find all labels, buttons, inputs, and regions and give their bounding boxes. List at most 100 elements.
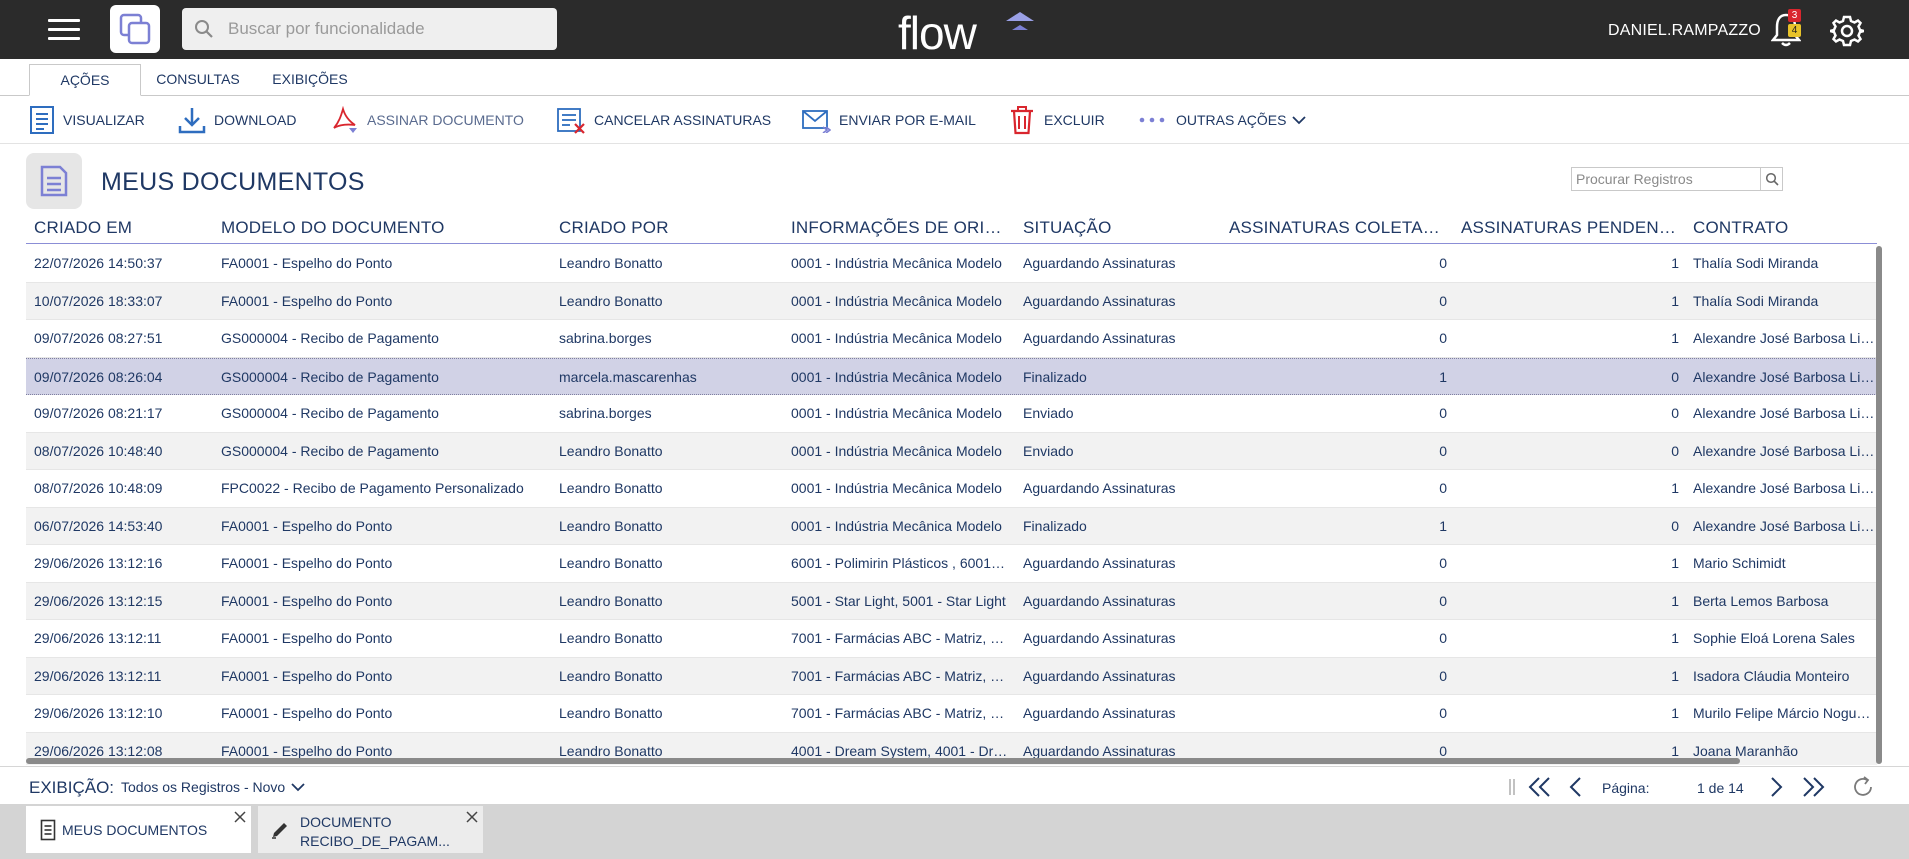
view-selector[interactable]: Todos os Registros - Novo bbox=[121, 779, 305, 795]
actions-toolbar: VISUALIZAR DOWNLOAD ASSINAR DOCUMENTO CA… bbox=[0, 96, 1909, 144]
download-button[interactable]: DOWNLOAD bbox=[178, 104, 296, 136]
feature-search[interactable] bbox=[182, 8, 557, 50]
page-indicator[interactable]: 1 de 14 bbox=[1697, 780, 1744, 796]
gear-icon[interactable] bbox=[1829, 14, 1865, 53]
cell-document-model: GS000004 - Recibo de Pagamento bbox=[221, 368, 439, 385]
column-header[interactable]: ASSINATURAS PENDENTES bbox=[1461, 218, 1681, 238]
column-header[interactable]: INFORMAÇÕES DE ORIGEM bbox=[791, 218, 1011, 238]
page-title: MEUS DOCUMENTOS bbox=[101, 168, 365, 196]
last-page-icon[interactable] bbox=[1800, 775, 1826, 799]
cell-signatures-pending: 1 bbox=[1671, 742, 1679, 759]
tab-exibicoes[interactable]: EXIBIÇÕES bbox=[262, 64, 358, 96]
cell-signatures-pending: 1 bbox=[1671, 705, 1679, 721]
cell-contract: Murilo Felipe Márcio Nogueira bbox=[1693, 705, 1877, 721]
refresh-icon[interactable] bbox=[1851, 775, 1875, 799]
cell-created-at: 22/07/2026 14:50:37 bbox=[34, 255, 163, 271]
delete-button[interactable]: EXCLUIR bbox=[1008, 104, 1105, 136]
table-row[interactable]: 08/07/2026 10:48:09 FPC0022 - Recibo de P… bbox=[26, 470, 1877, 508]
cancel-signatures-button[interactable]: CANCELAR ASSINATURAS bbox=[556, 104, 771, 136]
table-row[interactable]: 09/07/2026 08:21:17 GS000004 - Recibo de … bbox=[26, 395, 1877, 433]
cell-status: Aguardando Assinaturas bbox=[1023, 667, 1176, 684]
column-header[interactable]: MODELO DO DOCUMENTO bbox=[221, 218, 551, 238]
table-row[interactable]: 29/06/2026 13:12:16 FA0001 - Espelho do P… bbox=[26, 545, 1877, 583]
cell-created-at: 29/06/2026 13:12:16 bbox=[34, 555, 163, 571]
other-actions-button[interactable]: OUTRAS AÇÕES bbox=[1138, 104, 1307, 136]
cell-signatures-pending: 1 bbox=[1671, 555, 1679, 571]
cell-document-model: FA0001 - Espelho do Ponto bbox=[221, 592, 393, 609]
previous-page-icon[interactable] bbox=[1568, 775, 1584, 799]
cell-created-at: 29/06/2026 13:12:08 bbox=[34, 742, 163, 759]
cell-contract: Isadora Cláudia Monteiro bbox=[1693, 667, 1850, 684]
mail-icon bbox=[801, 107, 831, 133]
cell-signatures-collected: 1 bbox=[1439, 517, 1447, 534]
cell-contract: Alexandre José Barbosa Lima bbox=[1693, 480, 1877, 496]
table-row[interactable]: 06/07/2026 14:53:40 FA0001 - Espelho do P… bbox=[26, 507, 1877, 545]
close-icon[interactable] bbox=[233, 810, 247, 829]
cell-signatures-collected: 0 bbox=[1439, 330, 1447, 346]
cell-status: Enviado bbox=[1023, 442, 1074, 459]
table-row[interactable]: 22/07/2026 14:50:37 FA0001 - Espelho do P… bbox=[26, 245, 1877, 283]
cell-contract: Alexandre José Barbosa Lima bbox=[1693, 368, 1877, 385]
cell-created-by: marcela.mascarenhas bbox=[559, 368, 697, 385]
cell-created-at: 09/07/2026 08:21:17 bbox=[34, 405, 163, 421]
cell-signatures-collected: 0 bbox=[1439, 405, 1447, 421]
first-page-icon[interactable] bbox=[1527, 775, 1553, 799]
cell-created-at: 29/06/2026 13:12:15 bbox=[34, 592, 163, 609]
tab-acoes[interactable]: AÇÕES bbox=[29, 64, 141, 96]
window-tab-title: MEUS DOCUMENTOS bbox=[62, 822, 208, 838]
notification-count-red: 3 bbox=[1788, 9, 1801, 22]
sign-document-button[interactable]: ASSINAR DOCUMENTO bbox=[331, 104, 524, 136]
cell-origin-info: 7001 - Farmácias ABC - Matriz, 7001 bbox=[791, 667, 1008, 684]
cell-created-by: sabrina.borges bbox=[559, 405, 652, 421]
cell-origin-info: 5001 - Star Light, 5001 - Star Light bbox=[791, 592, 1006, 609]
window-tab-documento[interactable]: DOCUMENTO RECIBO_DE_PAGAM... bbox=[258, 806, 483, 853]
pencil-icon bbox=[270, 820, 290, 845]
ribbon-tabs: AÇÕES CONSULTAS EXIBIÇÕES bbox=[0, 59, 1909, 96]
cell-status: Aguardando Assinaturas bbox=[1023, 630, 1176, 646]
cell-signatures-pending: 0 bbox=[1671, 442, 1679, 459]
tab-consultas[interactable]: CONSULTAS bbox=[148, 64, 248, 96]
table-row[interactable]: 29/06/2026 13:12:10 FA0001 - Espelho do P… bbox=[26, 695, 1877, 733]
cancel-signatures-label: CANCELAR ASSINATURAS bbox=[594, 112, 772, 128]
cancel-signatures-icon bbox=[556, 106, 586, 134]
cell-signatures-collected: 0 bbox=[1439, 555, 1447, 571]
cell-contract: Thalía Sodi Miranda bbox=[1693, 292, 1819, 309]
table-row[interactable]: 09/07/2026 08:26:04 GS000004 - Recibo de … bbox=[26, 357, 1877, 395]
send-email-button[interactable]: ENVIAR POR E-MAIL bbox=[801, 104, 976, 136]
column-header[interactable]: CRIADO POR bbox=[559, 218, 779, 238]
table-row[interactable]: 09/07/2026 08:27:51 GS000004 - Recibo de … bbox=[26, 320, 1877, 358]
vertical-scrollbar[interactable] bbox=[1876, 246, 1882, 764]
column-header[interactable]: CONTRATO bbox=[1693, 218, 1873, 238]
pdf-sign-icon bbox=[331, 106, 359, 134]
menu-icon[interactable] bbox=[48, 19, 80, 41]
records-search-input[interactable] bbox=[1576, 170, 1752, 188]
notifications-bell[interactable]: 3 4 bbox=[1770, 9, 1805, 52]
cell-status: Enviado bbox=[1023, 405, 1074, 421]
table-row[interactable]: 29/06/2026 13:12:11 FA0001 - Espelho do P… bbox=[26, 620, 1877, 658]
grid-footer: EXIBIÇÃO: Todos os Registros - Novo Pági… bbox=[0, 766, 1909, 804]
cell-origin-info: 4001 - Dream System, 4001 - Dream System bbox=[791, 742, 1008, 759]
feature-search-input[interactable] bbox=[228, 16, 543, 42]
cell-origin-info: 0001 - Indústria Mecânica Modelo bbox=[791, 292, 1002, 309]
cell-origin-info: 0001 - Indústria Mecânica Modelo bbox=[791, 517, 1002, 534]
records-search[interactable] bbox=[1571, 167, 1783, 191]
table-row[interactable]: 29/06/2026 13:12:15 FA0001 - Espelho do P… bbox=[26, 582, 1877, 620]
table-row[interactable]: 10/07/2026 18:33:07 FA0001 - Espelho do P… bbox=[26, 282, 1877, 320]
horizontal-scrollbar[interactable] bbox=[26, 758, 1740, 764]
app-switcher-icon[interactable] bbox=[110, 5, 160, 53]
table-row[interactable]: 08/07/2026 10:48:40 GS000004 - Recibo de … bbox=[26, 432, 1877, 470]
column-header[interactable]: ASSINATURAS COLETADAS bbox=[1229, 218, 1449, 238]
next-page-icon[interactable] bbox=[1768, 775, 1784, 799]
view-button[interactable]: VISUALIZAR bbox=[29, 104, 145, 136]
close-icon[interactable] bbox=[465, 810, 479, 829]
username[interactable]: DANIEL.RAMPAZZO bbox=[1608, 22, 1761, 40]
column-header[interactable]: SITUAÇÃO bbox=[1023, 218, 1223, 238]
window-tab-meus-documentos[interactable]: MEUS DOCUMENTOS bbox=[26, 806, 251, 853]
download-icon bbox=[178, 106, 206, 134]
column-header[interactable]: CRIADO EM bbox=[34, 218, 214, 238]
cell-origin-info: 7001 - Farmácias ABC - Matriz, 7001 bbox=[791, 630, 1008, 646]
table-row[interactable]: 29/06/2026 13:12:11 FA0001 - Espelho do P… bbox=[26, 657, 1877, 695]
records-search-icon[interactable] bbox=[1760, 168, 1782, 190]
send-email-label: ENVIAR POR E-MAIL bbox=[839, 112, 976, 128]
chevron-down-icon bbox=[291, 782, 305, 792]
